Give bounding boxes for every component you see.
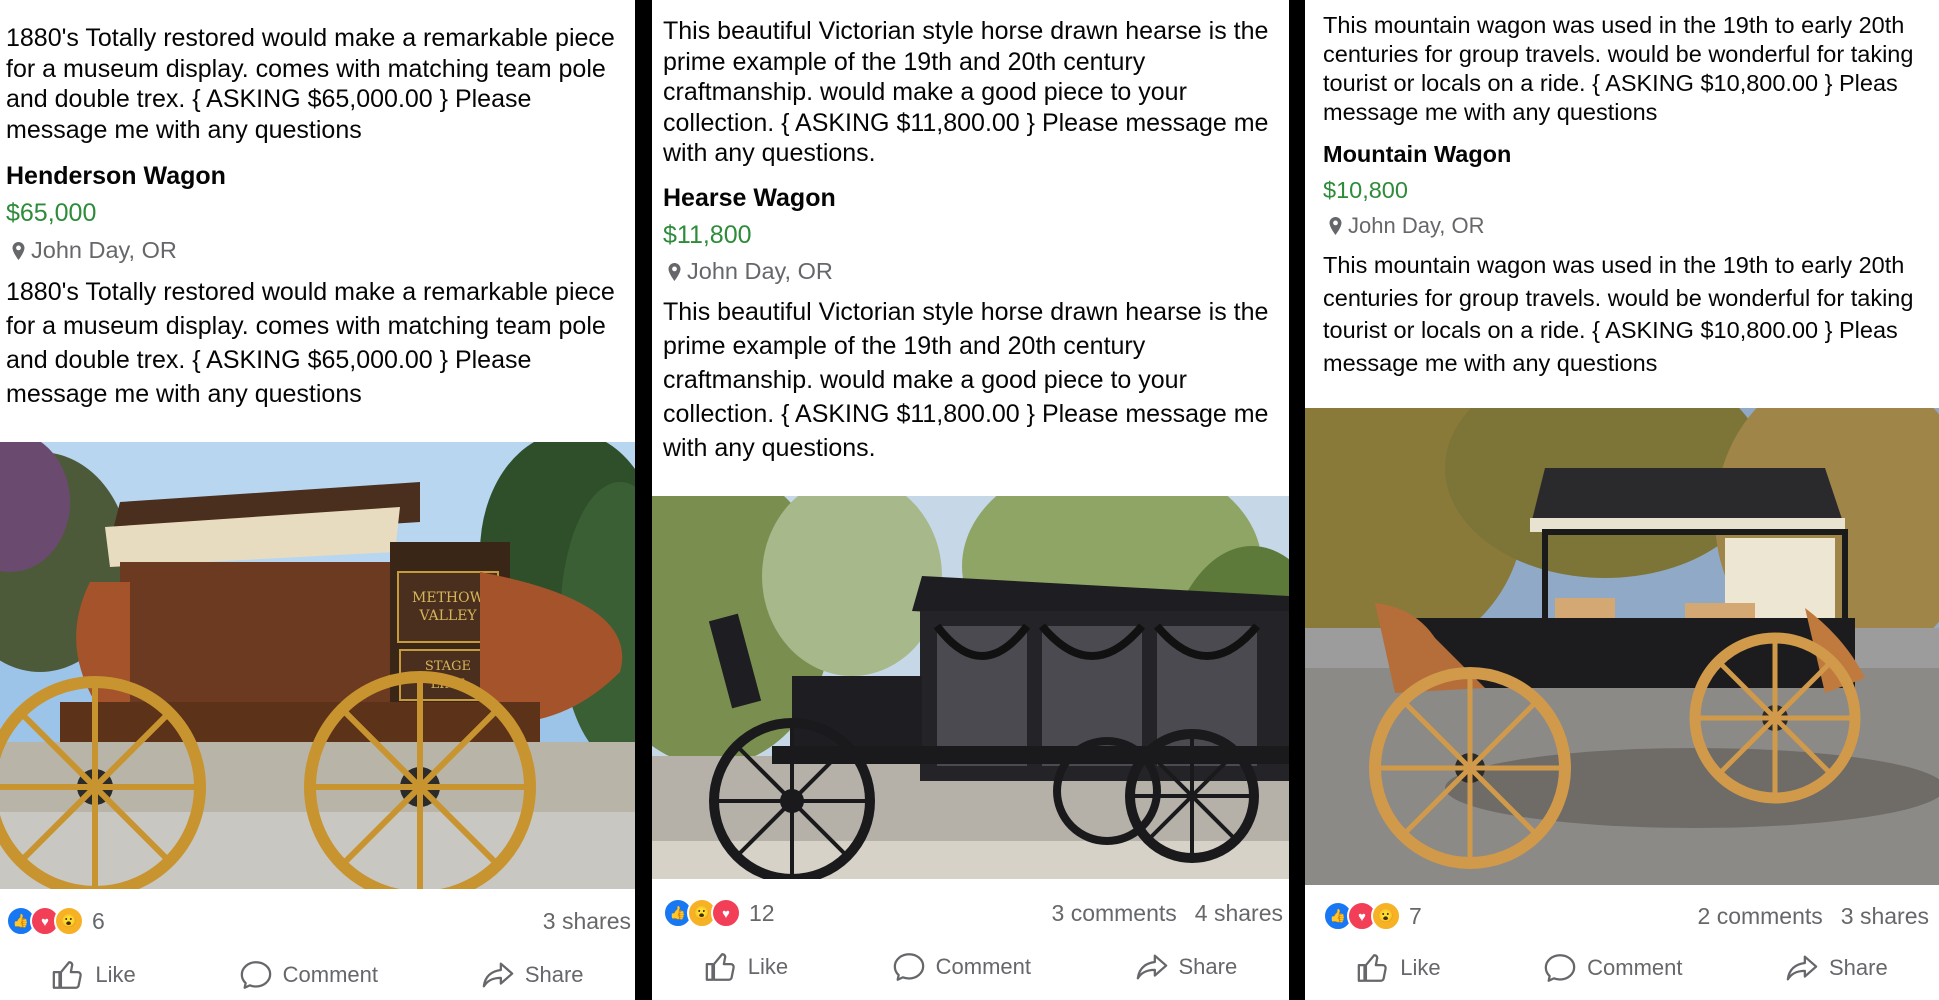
reaction-count: 12: [749, 899, 775, 926]
listing-price: $10,800: [1323, 177, 1408, 203]
listing-description: This beautiful Victorian style horse dra…: [663, 298, 1269, 462]
comment-label: Comment: [282, 962, 378, 987]
coach-lettering: METHOW: [412, 590, 485, 606]
share-arrow-icon: [1136, 954, 1167, 980]
share-button[interactable]: Share: [1135, 950, 1238, 984]
share-count[interactable]: 4 shares: [1195, 900, 1283, 927]
post-actions: Like Comment Share: [652, 943, 1289, 991]
listing-photo[interactable]: [652, 496, 1289, 879]
listing-description: This mountain wagon was used in the 19th…: [1323, 252, 1914, 376]
like-button[interactable]: Like: [1356, 951, 1441, 985]
comment-count[interactable]: 3 comments: [1052, 900, 1177, 927]
location-pin-icon: [12, 241, 25, 260]
stagecoach-photo: METHOW VALLEY STAGE LINE: [0, 442, 635, 889]
love-reaction-icon: ♥: [711, 898, 741, 928]
like-label: Like: [1400, 955, 1441, 980]
comment-button[interactable]: Comment: [239, 958, 378, 992]
share-label: Share: [1178, 954, 1238, 979]
wow-reaction-icon: 😮: [54, 906, 84, 936]
post-panel-henderson: 1880's Totally restored would make a rem…: [0, 0, 635, 1000]
listing-price: $65,000: [6, 199, 97, 227]
post-actions: Like Comment Share: [0, 951, 635, 999]
comment-label: Comment: [1587, 955, 1683, 980]
post-stats: 👍 ♥ 😮 6 3 shares: [6, 903, 631, 939]
like-button[interactable]: Like: [704, 950, 788, 984]
listing-price: $11,800: [663, 221, 752, 249]
reaction-count: 6: [92, 907, 105, 934]
post-text: This beautiful Victorian style horse dra…: [663, 17, 1269, 167]
share-count[interactable]: 3 shares: [543, 908, 631, 935]
comment-label: Comment: [935, 954, 1031, 979]
like-label: Like: [747, 954, 789, 979]
location-pin-icon: [668, 262, 681, 281]
listing-photo[interactable]: [1305, 408, 1939, 885]
coach-lettering: VALLEY: [418, 608, 477, 624]
share-arrow-icon: [482, 962, 514, 988]
comment-button[interactable]: Comment: [1543, 951, 1682, 985]
post-panel-mountain: This mountain wagon was used in the 19th…: [1305, 0, 1939, 1000]
listing-location: John Day, OR: [668, 258, 833, 285]
share-label: Share: [524, 962, 584, 987]
thumbs-up-icon: [53, 961, 83, 989]
mountain-wagon-photo: [1305, 408, 1939, 885]
comment-button[interactable]: Comment: [892, 950, 1031, 984]
listing-location: John Day, OR: [1329, 213, 1485, 239]
listing-location: John Day, OR: [12, 237, 177, 264]
post-actions: Like Comment Share: [1305, 944, 1939, 992]
share-arrow-icon: [1786, 955, 1818, 981]
comment-bubble-icon: [893, 953, 924, 981]
post-text: 1880's Totally restored would make a rem…: [6, 24, 615, 144]
like-button[interactable]: Like: [51, 958, 136, 992]
reactions-summary[interactable]: 👍 ♥ 😮 7: [1323, 901, 1422, 931]
listing-title[interactable]: Mountain Wagon: [1323, 141, 1511, 168]
post-text: This mountain wagon was used in the 19th…: [1323, 12, 1914, 125]
listing-title[interactable]: Hearse Wagon: [663, 184, 836, 213]
hearse-photo: [652, 496, 1289, 879]
comment-count[interactable]: 2 comments: [1698, 903, 1823, 930]
share-button[interactable]: Share: [1785, 951, 1888, 985]
reactions-summary[interactable]: 👍 ♥ 😮 6: [6, 906, 105, 936]
listing-photo[interactable]: METHOW VALLEY STAGE LINE: [0, 442, 635, 889]
thumbs-up-icon: [705, 953, 735, 981]
share-label: Share: [1829, 955, 1888, 980]
location-pin-icon: [1329, 217, 1342, 235]
comment-bubble-icon: [240, 961, 271, 989]
like-label: Like: [95, 962, 136, 987]
location-text: John Day, OR: [1348, 213, 1485, 238]
comment-bubble-icon: [1544, 954, 1576, 982]
thumbs-up-icon: [1357, 954, 1387, 982]
wow-reaction-icon: 😮: [1371, 901, 1401, 931]
reactions-summary[interactable]: 👍 😮 ♥ 12: [663, 898, 775, 928]
reaction-count: 7: [1409, 902, 1422, 929]
location-text: John Day, OR: [31, 237, 177, 263]
post-panel-hearse: This beautiful Victorian style horse dra…: [652, 0, 1289, 1000]
listing-title[interactable]: Henderson Wagon: [6, 162, 226, 191]
share-count[interactable]: 3 shares: [1841, 903, 1929, 930]
post-stats: 👍 😮 ♥ 12 3 comments 4 shares: [663, 895, 1283, 931]
location-text: John Day, OR: [687, 258, 833, 284]
listing-description: 1880's Totally restored would make a rem…: [6, 278, 615, 408]
post-stats: 👍 ♥ 😮 7 2 comments 3 shares: [1323, 898, 1929, 934]
share-button[interactable]: Share: [481, 958, 584, 992]
